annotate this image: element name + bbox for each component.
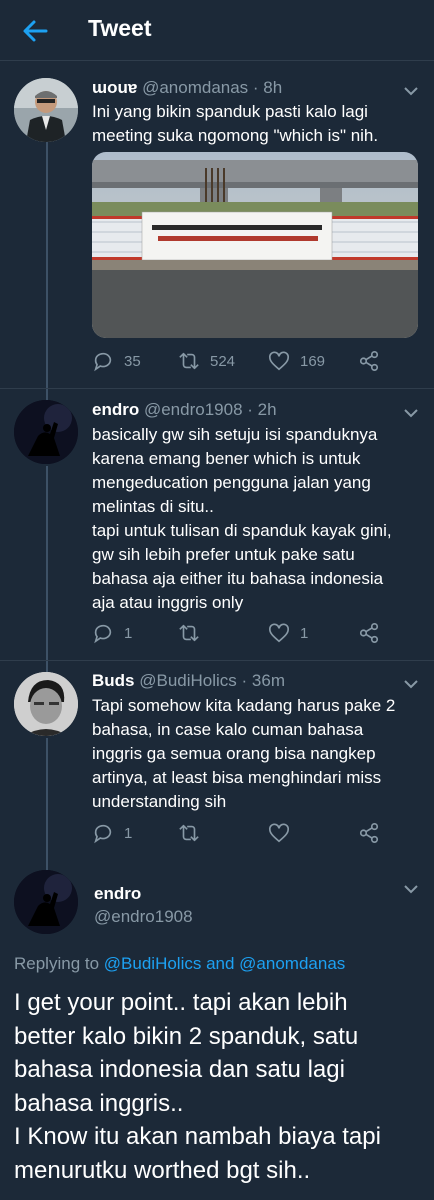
reply-button[interactable]: 1 xyxy=(92,820,132,846)
retweet-button[interactable] xyxy=(178,620,210,646)
reply-count: 1 xyxy=(124,624,133,642)
reply-button[interactable]: 35 xyxy=(92,348,141,374)
retweet-button[interactable]: 524 xyxy=(178,348,235,374)
share-icon xyxy=(359,823,379,843)
avatar-photo-icon xyxy=(14,672,78,736)
share-button[interactable] xyxy=(358,348,380,374)
heart-icon xyxy=(269,823,289,843)
tweet-text: Tapi somehow kita kadang harus pake 2 ba… xyxy=(92,696,396,811)
divider xyxy=(0,388,434,389)
user-handle[interactable]: @BudiHolics xyxy=(139,671,237,690)
retweet-count: 524 xyxy=(210,352,236,370)
retweet-icon xyxy=(179,624,199,642)
display-name[interactable]: ɯouɐ xyxy=(92,78,137,97)
reply-count: 1 xyxy=(124,824,133,842)
display-name[interactable]: endro xyxy=(92,400,139,419)
heart-icon xyxy=(269,623,289,643)
like-count: 169 xyxy=(300,352,326,370)
tweet-actions: 35 524 169 xyxy=(92,348,392,374)
avatar[interactable] xyxy=(14,78,78,142)
share-icon xyxy=(359,623,379,643)
display-name[interactable]: Buds xyxy=(92,671,135,690)
reply-icon xyxy=(94,624,112,644)
reply-icon xyxy=(94,824,112,844)
like-count: 1 xyxy=(300,624,309,642)
tweet-text: Ini yang bikin spanduk pasti kalo lagi m… xyxy=(92,102,379,145)
replying-label: Replying to xyxy=(14,954,100,973)
top-bar: Tweet xyxy=(0,0,434,61)
tweet-text: I get your point.. tapi akan lebih bette… xyxy=(14,989,381,1184)
thread-connector xyxy=(46,466,48,672)
reply-count: 35 xyxy=(124,352,141,370)
avatar[interactable] xyxy=(14,870,78,934)
avatar-silhouette-icon xyxy=(14,870,78,934)
avatar[interactable] xyxy=(14,400,78,464)
tweet-image[interactable] xyxy=(92,152,418,338)
user-handle[interactable]: @endro1908 xyxy=(144,400,243,419)
tweet-actions: 1 1 xyxy=(92,620,392,646)
user-handle[interactable]: @endro1908 xyxy=(94,907,193,927)
heart-icon xyxy=(269,351,289,371)
avatar-silhouette-icon xyxy=(14,400,78,464)
back-arrow-icon[interactable] xyxy=(20,16,50,46)
timestamp: · 8h xyxy=(252,78,283,97)
share-button[interactable] xyxy=(358,620,380,646)
share-icon xyxy=(359,351,379,371)
reply-button[interactable]: 1 xyxy=(92,620,132,646)
timestamp: · 36m xyxy=(241,671,286,690)
share-button[interactable] xyxy=(358,820,380,846)
replying-to: Replying to @BudiHolics and @anomdanas xyxy=(14,954,345,974)
tweet-text: basically gw sih setuju isi spanduknya k… xyxy=(92,425,392,612)
divider xyxy=(0,660,434,661)
avatar[interactable] xyxy=(14,672,78,736)
thread-connector xyxy=(46,142,48,406)
retweet-icon xyxy=(179,352,199,370)
construction-banner-photo xyxy=(92,152,418,338)
timestamp: · 2h xyxy=(247,400,277,419)
reply-icon xyxy=(94,352,112,372)
avatar-photo-icon xyxy=(14,78,78,142)
chevron-down-icon[interactable] xyxy=(404,884,418,894)
thread-connector xyxy=(46,738,48,870)
retweet-icon xyxy=(179,824,199,842)
chevron-down-icon[interactable] xyxy=(404,679,418,689)
like-button[interactable] xyxy=(268,820,300,846)
retweet-button[interactable] xyxy=(178,820,210,846)
user-handle[interactable]: @anomdanas xyxy=(142,78,248,97)
like-button[interactable]: 169 xyxy=(268,348,325,374)
chevron-down-icon[interactable] xyxy=(404,408,418,418)
like-button[interactable]: 1 xyxy=(268,620,308,646)
display-name[interactable]: endro xyxy=(94,884,141,904)
tweet-actions: 1 xyxy=(92,820,392,846)
replying-users-link[interactable]: @BudiHolics and @anomdanas xyxy=(104,954,345,973)
chevron-down-icon[interactable] xyxy=(404,86,418,96)
page-title: Tweet xyxy=(88,15,152,41)
